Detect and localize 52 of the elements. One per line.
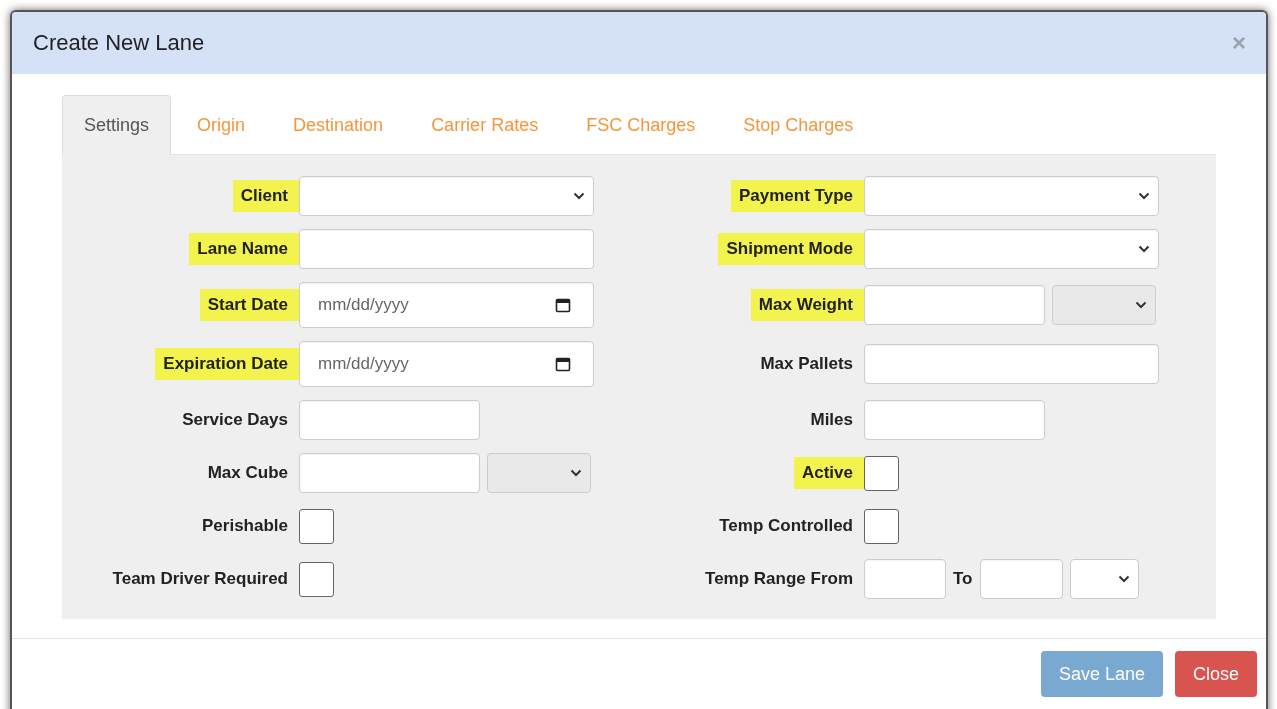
tab[interactable]: Destination	[271, 95, 406, 155]
chevron-down-icon	[1138, 192, 1150, 200]
chevron-down-icon	[1135, 301, 1147, 309]
unit-select[interactable]	[1069, 559, 1139, 599]
field-label: Temp Controlled	[718, 515, 854, 538]
field-label: Service Days	[181, 409, 289, 432]
field-label: Active	[793, 457, 864, 489]
input-field[interactable]	[864, 285, 1045, 325]
field-label: Start Date	[199, 289, 299, 321]
tab[interactable]: Carrier Rates	[409, 95, 561, 155]
select-field[interactable]	[864, 176, 1159, 216]
modal-title: Create New Lane	[33, 29, 205, 57]
chevron-down-icon	[570, 469, 582, 477]
to-label: To	[953, 568, 973, 591]
field-label: Lane Name	[189, 233, 299, 265]
field-label: Max Weight	[750, 289, 864, 321]
input-field[interactable]	[864, 344, 1159, 384]
select-field[interactable]	[299, 176, 594, 216]
input-field[interactable]	[864, 400, 1045, 440]
close-button[interactable]: ×	[1232, 31, 1246, 55]
chevron-down-icon	[1117, 575, 1130, 583]
field-label: Temp Range From	[704, 568, 854, 591]
date-field[interactable]: mm/dd/yyyy	[299, 341, 594, 387]
calendar-icon[interactable]	[555, 297, 571, 313]
field-label: Payment Type	[731, 180, 864, 212]
calendar-icon[interactable]	[555, 356, 571, 372]
chevron-down-icon	[573, 192, 585, 200]
field-label: Max Pallets	[759, 353, 854, 376]
close-button[interactable]: Close	[1174, 651, 1257, 697]
input-field[interactable]	[299, 400, 480, 440]
tab[interactable]: FSC Charges	[564, 95, 718, 155]
input-field[interactable]	[864, 559, 946, 599]
tab[interactable]: Origin	[175, 95, 268, 155]
date-field[interactable]: mm/dd/yyyy	[299, 282, 594, 328]
chevron-down-icon	[1138, 245, 1150, 253]
select-field[interactable]	[864, 229, 1159, 269]
tab[interactable]: Settings	[62, 95, 172, 155]
input-field[interactable]	[979, 559, 1063, 599]
field-label: Miles	[809, 409, 854, 432]
tab[interactable]: Stop Charges	[721, 95, 876, 155]
field-label: Client	[232, 180, 299, 212]
checkbox[interactable]	[299, 561, 334, 597]
field-label: Team Driver Required	[111, 568, 289, 591]
field-label: Expiration Date	[155, 348, 299, 380]
checkbox[interactable]	[299, 508, 334, 544]
field-label: Perishable	[201, 515, 289, 538]
input-field[interactable]	[299, 453, 480, 493]
checkbox[interactable]	[864, 508, 899, 544]
checkbox[interactable]	[864, 455, 899, 491]
field-label: Shipment Mode	[718, 233, 864, 265]
field-label: Max Cube	[206, 462, 289, 485]
input-field[interactable]	[299, 229, 594, 269]
